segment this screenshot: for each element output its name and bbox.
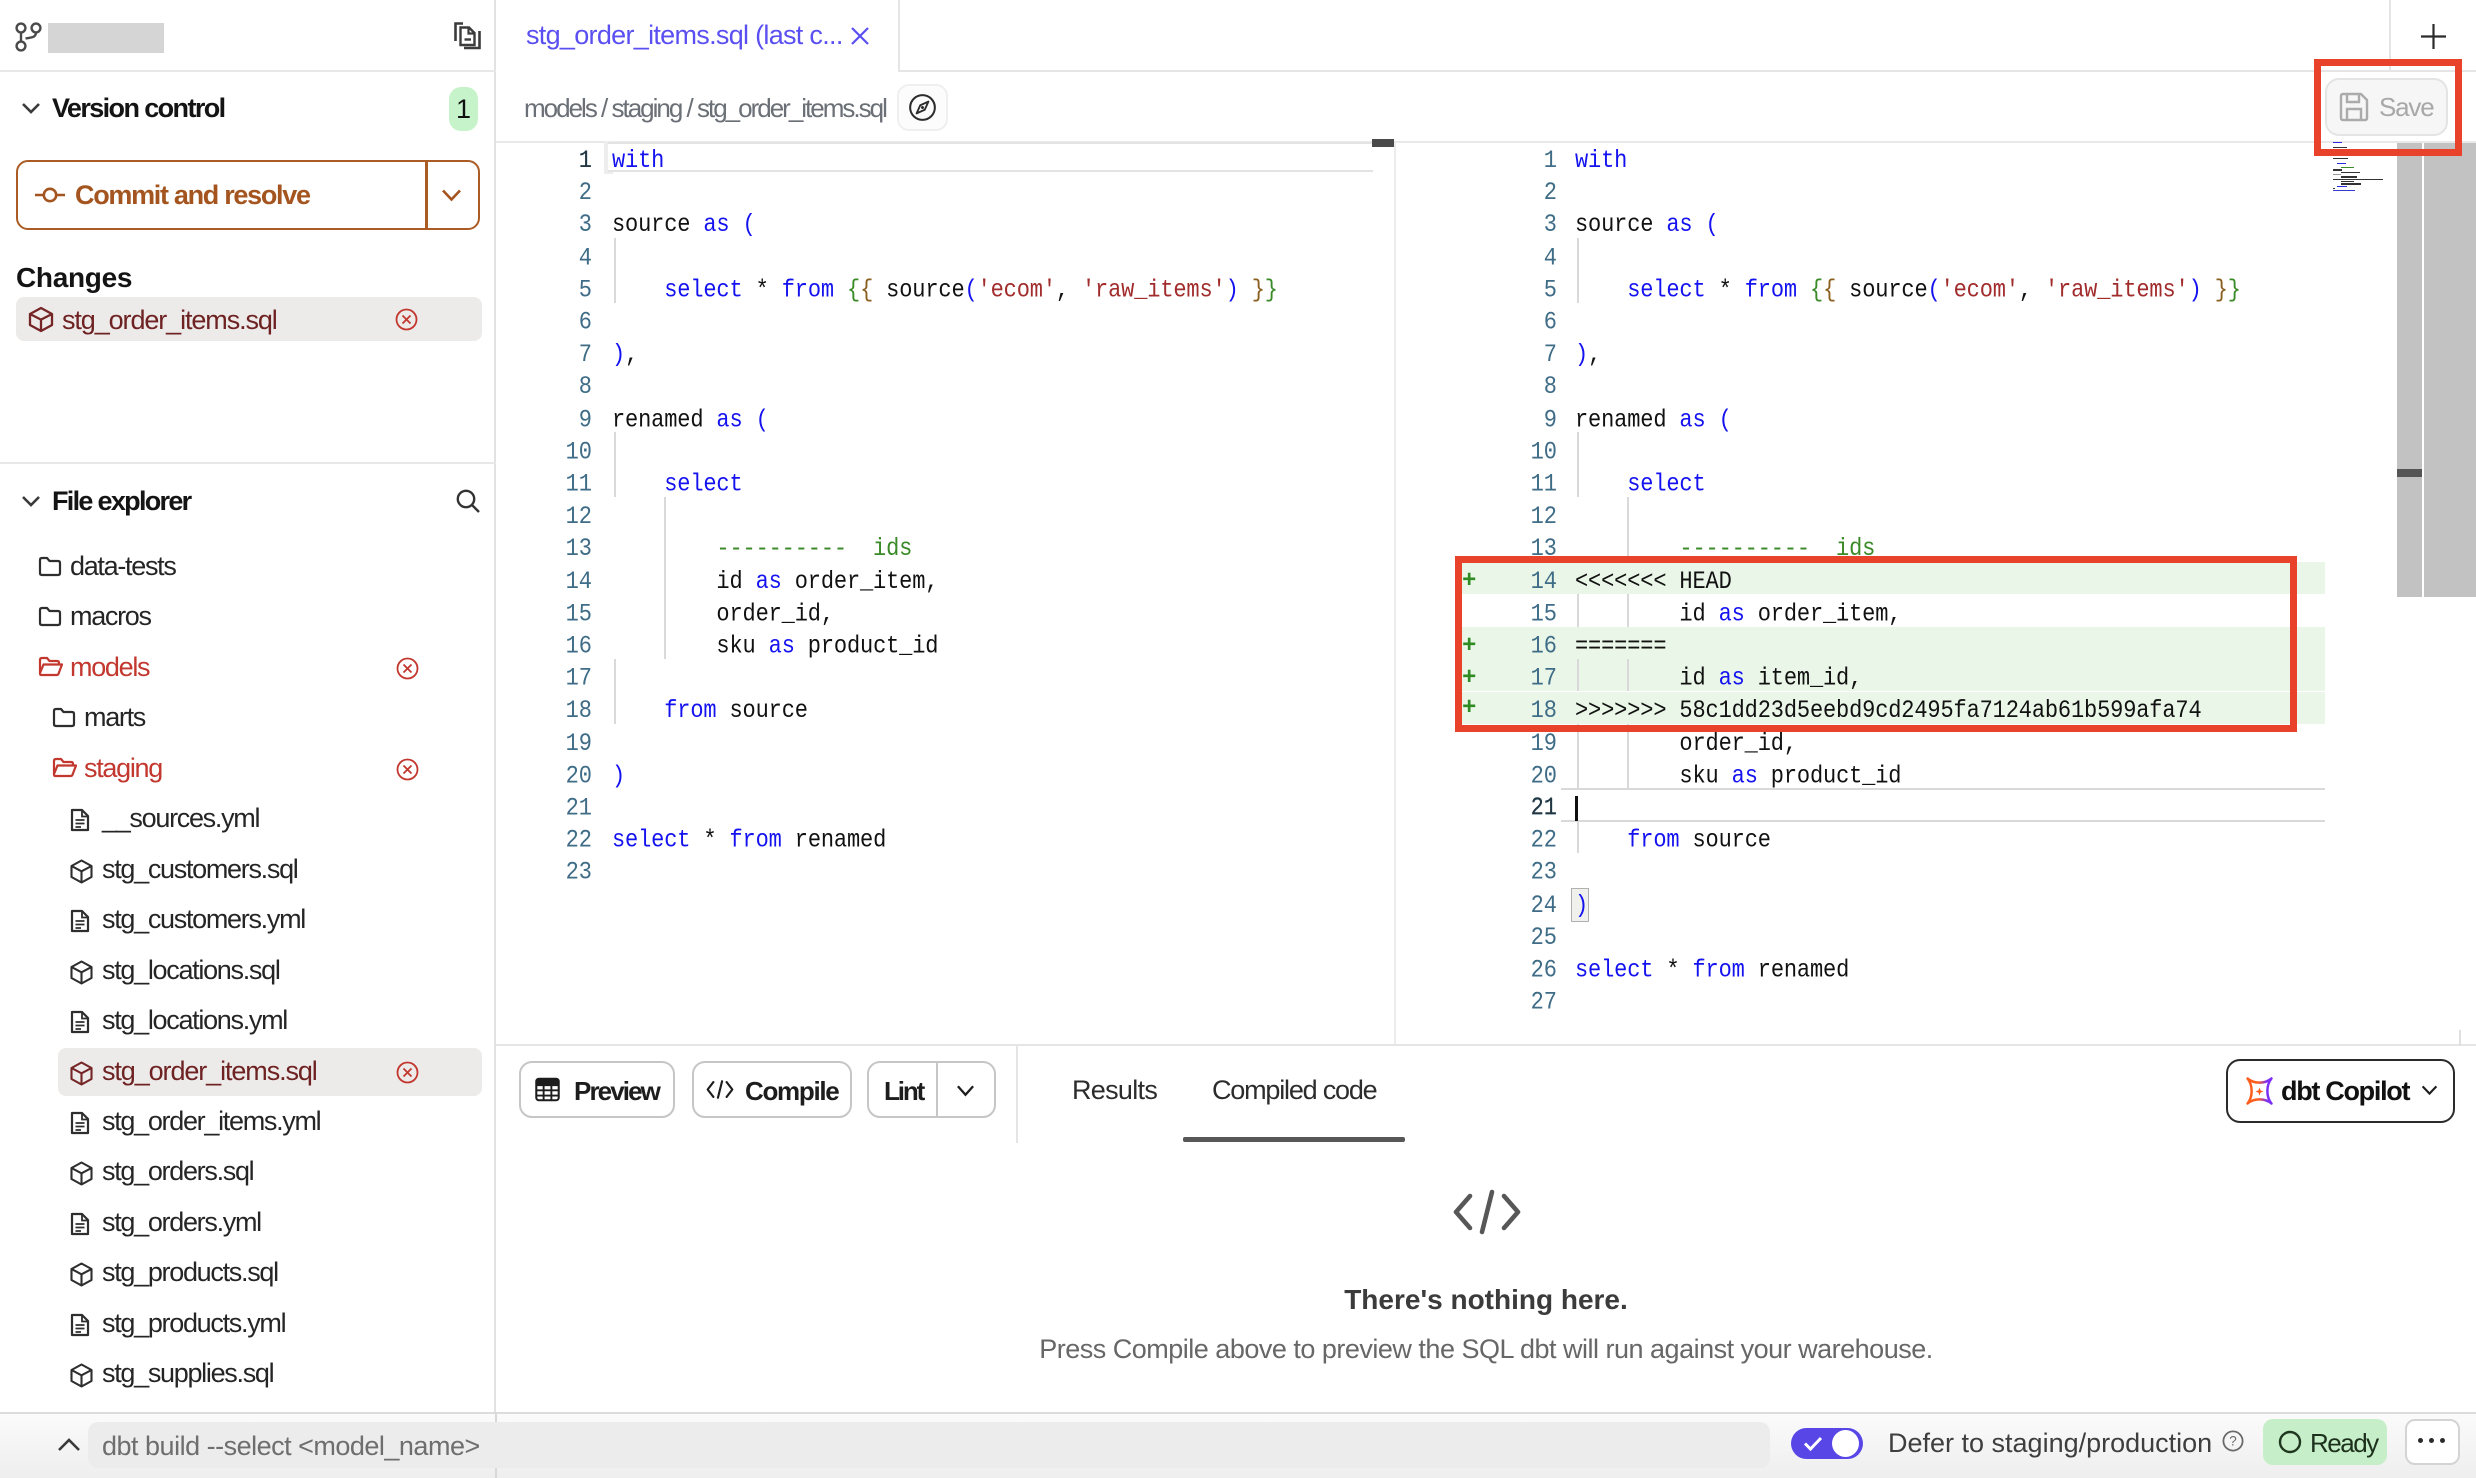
svg-text:?: ? bbox=[2229, 1434, 2237, 1449]
